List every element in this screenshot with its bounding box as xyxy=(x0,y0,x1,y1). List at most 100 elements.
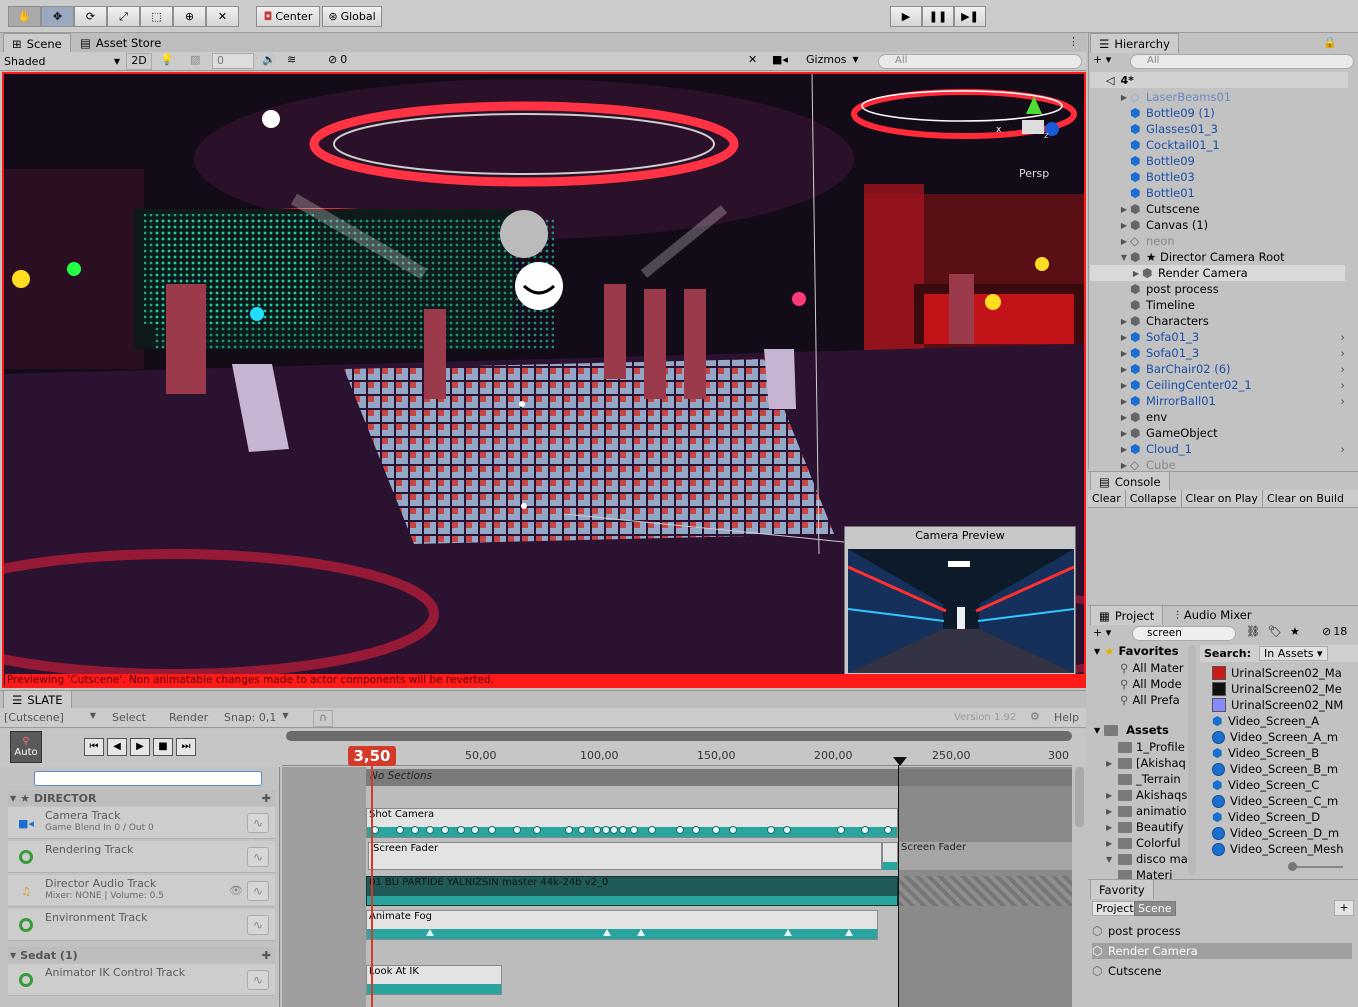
timeline-vscroll[interactable] xyxy=(1075,767,1084,827)
tab-hierarchy[interactable]: ☰ Hierarchy xyxy=(1090,33,1179,53)
keyframe-dot[interactable] xyxy=(783,826,791,834)
favority-item[interactable]: ⬡ Render Camera xyxy=(1092,943,1352,959)
hierarchy-item[interactable]: ⬢ Bottle01 xyxy=(1090,185,1345,201)
current-time-badge[interactable]: 3,50 xyxy=(348,746,396,766)
keyframe-dot[interactable] xyxy=(602,826,610,834)
expand-arrow-icon[interactable]: ▶ xyxy=(1118,381,1130,390)
keyframe-marker[interactable] xyxy=(637,929,645,936)
clip-screen-fader-2[interactable]: Screen Fader xyxy=(899,842,1072,870)
pivot-center-button[interactable]: ◘ Center xyxy=(256,6,320,27)
hierarchy-item[interactable]: ▶ ⬢ MirrorBall01 › xyxy=(1090,393,1345,409)
tab-asset-store[interactable]: ▤ Asset Store xyxy=(72,33,169,53)
track-rendering[interactable]: Rendering Track ∿ xyxy=(8,841,275,873)
expand-arrow-icon[interactable]: ▶ xyxy=(1118,413,1130,422)
fx-toggle-icon[interactable]: ▨ xyxy=(190,53,200,66)
expand-arrow-icon[interactable]: ▶ xyxy=(1118,333,1130,342)
playhead[interactable] xyxy=(371,765,373,1007)
keyframe-dot[interactable] xyxy=(861,826,869,834)
hierarchy-item[interactable]: ▶ ⬢ BarChair02 (6) › xyxy=(1090,361,1345,377)
type-filter-icon[interactable]: ⛓ xyxy=(1246,625,1260,638)
keyframe-dot[interactable] xyxy=(488,826,496,834)
track-camera[interactable]: ■◂ Camera Track Game Blend In 0 / Out 0 ∿ xyxy=(8,807,275,839)
custom-tool-button[interactable]: ✕ xyxy=(206,6,239,27)
keyframe-dot[interactable] xyxy=(396,826,404,834)
timeline-scrollbar[interactable] xyxy=(286,731,1072,741)
hierarchy-item[interactable]: ▶ ⬢ Cutscene xyxy=(1090,201,1345,217)
add-track-icon[interactable]: ✚ xyxy=(262,949,271,962)
create-button[interactable]: + ▾ xyxy=(1093,53,1111,66)
label-filter-icon[interactable]: 🏷 xyxy=(1268,625,1282,638)
expand-arrow-icon[interactable]: ▶ xyxy=(1118,317,1130,326)
pause-button[interactable]: ❚❚ xyxy=(922,6,954,27)
hierarchy-item[interactable]: ▼ ⬢ ★ Director Camera Root xyxy=(1090,249,1345,265)
auto-key-button[interactable]: ⚲ Auto xyxy=(10,731,42,763)
project-create-button[interactable]: + ▾ xyxy=(1093,626,1111,639)
clear-button[interactable]: Clear xyxy=(1088,490,1126,507)
asset-item[interactable]: UrinalScreen02_NM xyxy=(1212,697,1343,713)
rotate-tool-button[interactable]: ⟳ xyxy=(74,6,107,27)
asset-item[interactable]: Video_Screen_Mesh xyxy=(1212,841,1344,857)
favorite-star-icon[interactable]: ★ xyxy=(1290,625,1300,638)
chevron-right-icon[interactable]: › xyxy=(1340,362,1345,376)
clip-look-at-ik[interactable]: Look At IK xyxy=(366,965,502,995)
search-filter-icons[interactable]: ⛓ 🏷 ★ xyxy=(1246,625,1300,638)
hierarchy-item[interactable]: ▶ ◇ neon xyxy=(1090,233,1345,249)
keyframe-marker[interactable] xyxy=(603,929,611,936)
asset-item[interactable]: Video_Screen_A_m xyxy=(1212,729,1338,745)
keyframe-dot[interactable] xyxy=(837,826,845,834)
expand-arrow-icon[interactable]: ▶ xyxy=(1118,445,1130,454)
favorite-item[interactable]: ⚲ All Mode xyxy=(1120,676,1182,692)
lock-icon[interactable]: 🔒 xyxy=(1323,36,1337,49)
expand-arrow-icon[interactable]: ▶ xyxy=(1118,221,1130,230)
asset-item[interactable]: Video_Screen_D_m xyxy=(1212,825,1339,841)
track-animator-ik[interactable]: Animator IK Control Track ∿ xyxy=(8,964,275,996)
scene-search-input[interactable]: All xyxy=(878,54,1082,69)
chevron-right-icon[interactable]: › xyxy=(1340,346,1345,360)
tools-icon[interactable]: ✕ xyxy=(748,53,757,66)
folder-item[interactable]: _Terrain xyxy=(1118,771,1181,787)
favority-add-button[interactable]: + xyxy=(1334,900,1354,916)
favority-tab-scene[interactable]: Scene xyxy=(1134,901,1176,916)
hierarchy-item[interactable]: ⬢ Bottle09 (1) xyxy=(1090,105,1345,121)
curve-icon[interactable]: ∿ xyxy=(247,813,269,833)
track-environment[interactable]: Environment Track ∿ xyxy=(8,909,275,941)
search-scope-dropdown[interactable]: In Assets ▾ xyxy=(1258,646,1328,661)
tab-slate[interactable]: ☰ SLATE xyxy=(3,690,72,708)
hierarchy-item[interactable]: ⬢ Cocktail01_1 xyxy=(1090,137,1345,153)
scene-header-row[interactable]: ◁ 4* xyxy=(1090,72,1348,88)
hierarchy-item[interactable]: ⬢ post process xyxy=(1090,281,1345,297)
keyframe-dot[interactable] xyxy=(619,826,627,834)
hierarchy-item[interactable]: ▶ ⬢ env xyxy=(1090,409,1345,425)
chevron-right-icon[interactable]: › xyxy=(1340,394,1345,408)
expand-arrow-icon[interactable]: ▶ xyxy=(1106,759,1118,768)
hierarchy-item[interactable]: ▶ ⬢ Sofa01_3 › xyxy=(1090,329,1345,345)
render-button[interactable]: Render xyxy=(169,711,208,724)
hierarchy-search-input[interactable]: All xyxy=(1130,54,1354,69)
magnet-icon[interactable]: ∩ xyxy=(313,710,333,727)
clip-animate-fog[interactable]: Animate Fog xyxy=(366,910,878,940)
keyframe-dot[interactable] xyxy=(729,826,737,834)
asset-item[interactable]: Video_Screen_B_m xyxy=(1212,761,1338,777)
clear-on-build-button[interactable]: Clear on Build xyxy=(1263,490,1348,507)
2d-toggle[interactable]: 2D xyxy=(126,53,152,70)
counter-field[interactable]: 0 xyxy=(212,53,254,69)
keyframe-marker[interactable] xyxy=(784,929,792,936)
gizmos-dropdown[interactable]: Gizmos ▼ xyxy=(806,53,859,66)
chevron-right-icon[interactable]: › xyxy=(1340,442,1345,456)
end-time-marker[interactable] xyxy=(893,757,907,766)
hierarchy-item[interactable]: ▶ ⬢ GameObject xyxy=(1090,425,1345,441)
icon-size-slider[interactable] xyxy=(1288,862,1343,871)
chevron-right-icon[interactable]: › xyxy=(1340,378,1345,392)
tab-audio-mixer[interactable]: ⫶ Audio Mixer xyxy=(1168,605,1260,625)
folder-item[interactable]: 1_Profile xyxy=(1118,739,1185,755)
expand-arrow-icon[interactable]: ▶ xyxy=(1130,269,1142,278)
timeline-stop-button[interactable]: ■ xyxy=(153,738,173,756)
hierarchy-item[interactable]: ⬢ Glasses01_3 xyxy=(1090,121,1345,137)
expand-arrow-icon[interactable]: ▶ xyxy=(1106,807,1118,816)
asset-item[interactable]: ⬢ Video_Screen_D xyxy=(1212,809,1320,825)
folder-item[interactable]: ▼ disco ma xyxy=(1106,851,1188,867)
expand-arrow-icon[interactable]: ▶ xyxy=(1118,429,1130,438)
favority-tab-project[interactable]: Project xyxy=(1092,901,1138,916)
hierarchy-item[interactable]: ▶ ⬢ Cloud_1 › xyxy=(1090,441,1345,457)
select-button[interactable]: Select xyxy=(112,711,146,724)
